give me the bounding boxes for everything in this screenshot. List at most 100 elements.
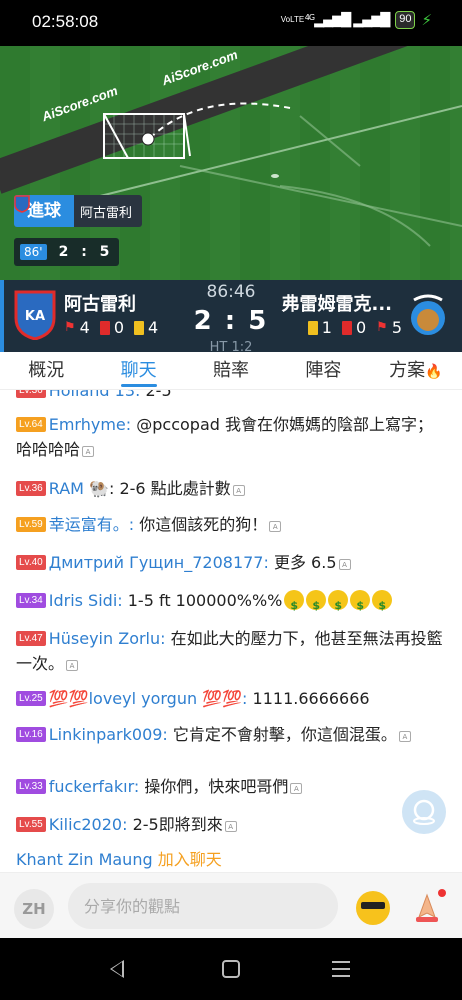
match-tabs: 概況 聊天 賠率 陣容 方案🔥 bbox=[0, 352, 462, 390]
join-username[interactable]: Khant Zin Maung bbox=[16, 850, 153, 869]
language-button[interactable]: ZH bbox=[14, 889, 54, 929]
mini-score: 2 : 5 bbox=[58, 244, 114, 260]
away-team-name: 弗雷姆雷克... bbox=[281, 294, 392, 315]
volte-icon: VoLTE bbox=[280, 15, 305, 24]
chat-username[interactable]: Kilic2020: bbox=[49, 815, 128, 834]
goal-team-name: 阿古雷利 bbox=[80, 205, 133, 221]
tab-label: 聊天 bbox=[120, 360, 157, 381]
chat-username[interactable]: fuckerfakır: bbox=[49, 777, 140, 796]
recents-icon[interactable] bbox=[332, 961, 350, 982]
match-minute: 86' bbox=[20, 244, 47, 260]
money-face-emoji-icon bbox=[372, 590, 393, 618]
chat-message: Lv.25 💯💯loveyl yorgun 💯💯: 1111.6666666 bbox=[16, 686, 446, 711]
chat-input[interactable] bbox=[68, 883, 338, 929]
chat-text: 更多 6.5 bbox=[273, 553, 337, 572]
chat-message: Lv.36 RAM 🐏: 2-6 點此處計數 A bbox=[16, 476, 446, 501]
battery-level: 90 bbox=[399, 13, 412, 25]
level-badge: Lv.33 bbox=[16, 779, 46, 794]
away-team-crest-icon bbox=[411, 294, 445, 335]
ram-emoji-icon: 🐏 bbox=[89, 479, 109, 498]
notification-dot bbox=[438, 889, 446, 897]
level-badge: Lv.59 bbox=[16, 517, 46, 532]
chat-username[interactable]: Дмитрий Гущин_7208177: bbox=[49, 553, 269, 572]
tab-label: 陣容 bbox=[305, 360, 342, 381]
tab-label: 概況 bbox=[28, 360, 65, 381]
translate-icon[interactable]: A bbox=[269, 521, 282, 532]
translate-icon[interactable]: A bbox=[66, 660, 79, 671]
level-badge: Lv.25 bbox=[16, 691, 46, 706]
chat-message: Lv.64 Emrhyme: @pccopad 我會在你媽媽的陰部上寫字；哈哈哈哈… bbox=[16, 412, 446, 462]
chat-assistant-button[interactable] bbox=[402, 790, 446, 834]
red-card-icon bbox=[341, 320, 352, 335]
gift-button[interactable] bbox=[410, 889, 446, 925]
tab-plans[interactable]: 方案🔥 bbox=[370, 352, 462, 389]
money-face-emoji-icon bbox=[306, 590, 327, 618]
translate-icon[interactable]: A bbox=[338, 559, 351, 570]
join-action: 加入聊天 bbox=[157, 850, 222, 869]
chat-message: Lv.36 Holland 13: 2-5 bbox=[16, 390, 446, 403]
chat-text: 1111.6666666 bbox=[252, 689, 370, 708]
chat-username[interactable]: 幸运富有。: bbox=[49, 515, 134, 534]
chat-message: Lv.59 幸运富有。: 你這個該死的狗！ A bbox=[16, 512, 446, 537]
back-icon[interactable] bbox=[110, 960, 124, 978]
tab-overview[interactable]: 概況 bbox=[0, 352, 92, 389]
level-badge: Lv.40 bbox=[16, 555, 46, 570]
translate-icon[interactable]: A bbox=[82, 446, 95, 457]
tab-lineup[interactable]: 陣容 bbox=[277, 352, 369, 389]
system-nav-bar bbox=[0, 938, 462, 1000]
mascot-icon bbox=[413, 799, 435, 825]
tab-chat[interactable]: 聊天 bbox=[92, 352, 184, 389]
chat-username[interactable]: RAM bbox=[49, 479, 84, 498]
away-corners: 5 bbox=[391, 318, 402, 337]
mini-scoreboard: 86' 2 : 5 bbox=[14, 238, 120, 266]
chat-text: : 2-6 點此處計數 bbox=[108, 479, 231, 498]
level-badge: Lv.34 bbox=[16, 593, 46, 608]
translate-icon[interactable]: A bbox=[398, 731, 411, 742]
network-type-label: 4G bbox=[304, 12, 315, 22]
tab-odds[interactable]: 賠率 bbox=[185, 352, 277, 389]
scoreboard: KA 86:46 阿古雷利 ⚑ 4 0 4 2 : 5 HT 1:2 弗雷姆雷克… bbox=[0, 280, 462, 352]
half-time-score: HT 1:2 bbox=[209, 340, 253, 352]
level-badge: Lv.55 bbox=[16, 817, 46, 832]
chat-message: Lv.55 Kilic2020: 2-5即將到來 A bbox=[16, 812, 446, 837]
translate-icon[interactable]: A bbox=[224, 821, 237, 832]
chat-text: 1-5 ft 100000%%% bbox=[127, 591, 283, 610]
corner-flag-icon: ⚑ bbox=[376, 320, 388, 335]
chat-username[interactable]: Holland 13: bbox=[49, 390, 141, 400]
chat-input-bar: ZH bbox=[0, 872, 462, 938]
chat-message: Lv.34 Idris Sidi: 1-5 ft 100000%%% bbox=[16, 588, 446, 618]
tab-label: 賠率 bbox=[213, 360, 250, 381]
signal-icon: 4G▂▄▆█ ▂▄▆█ bbox=[304, 12, 390, 28]
fire-icon: 🔥 bbox=[425, 364, 443, 380]
chat-text: 你這個該死的狗！ bbox=[139, 515, 268, 534]
chat-username[interactable]: Emrhyme: bbox=[49, 415, 131, 434]
money-face-emoji-icon bbox=[328, 590, 349, 618]
level-badge: Lv.16 bbox=[16, 727, 46, 742]
battery-icon: 90 bbox=[395, 11, 416, 29]
join-notice: Khant Zin Maung 加入聊天 bbox=[16, 846, 222, 870]
level-badge: Lv.36 bbox=[16, 481, 46, 496]
chat-username[interactable]: 💯💯loveyl yorgun 💯💯: bbox=[49, 689, 248, 708]
match-field-animation: AiScore.com AiScore.com 進球 阿古雷利 86' 2 : … bbox=[0, 46, 462, 280]
chat-text: 它肯定不會射擊，你這個混蛋。 bbox=[172, 725, 397, 744]
level-badge: Lv.36 bbox=[16, 390, 46, 398]
chat-message: Lv.40 Дмитрий Гущин_7208177: 更多 6.5 A bbox=[16, 550, 446, 575]
translate-icon[interactable]: A bbox=[290, 783, 303, 794]
chat-list[interactable]: Lv.36 Holland 13: 2-5 Lv.64 Emrhyme: @pcco… bbox=[0, 390, 462, 870]
home-icon[interactable] bbox=[222, 960, 240, 978]
status-bar: 02:58:08 VoLTE 4G▂▄▆█ ▂▄▆█ 90 ⚡ bbox=[0, 0, 462, 46]
sunglasses-icon bbox=[361, 902, 385, 909]
goal-event-badge: 進球 阿古雷利 bbox=[14, 195, 143, 227]
level-badge: Lv.64 bbox=[16, 417, 46, 432]
chat-username[interactable]: Hüseyin Zorlu: bbox=[49, 629, 166, 648]
chat-text: 2-5 bbox=[145, 390, 172, 400]
money-face-emoji-icon bbox=[284, 590, 305, 618]
charging-icon: ⚡ bbox=[421, 11, 432, 29]
chat-username[interactable]: Linkinpark009: bbox=[49, 725, 168, 744]
chat-message: Lv.47 Hüseyin Zorlu: 在如此大的壓力下，他甚至無法再投籃一次。… bbox=[16, 626, 446, 676]
chat-username[interactable]: Idris Sidi: bbox=[49, 591, 123, 610]
chat-message: Lv.33 fuckerfakır: 操你們，快來吧哥們 A bbox=[16, 774, 446, 799]
translate-icon[interactable]: A bbox=[232, 485, 245, 496]
clock-time: 02:58:08 bbox=[32, 12, 99, 31]
emoji-button[interactable] bbox=[356, 891, 390, 925]
